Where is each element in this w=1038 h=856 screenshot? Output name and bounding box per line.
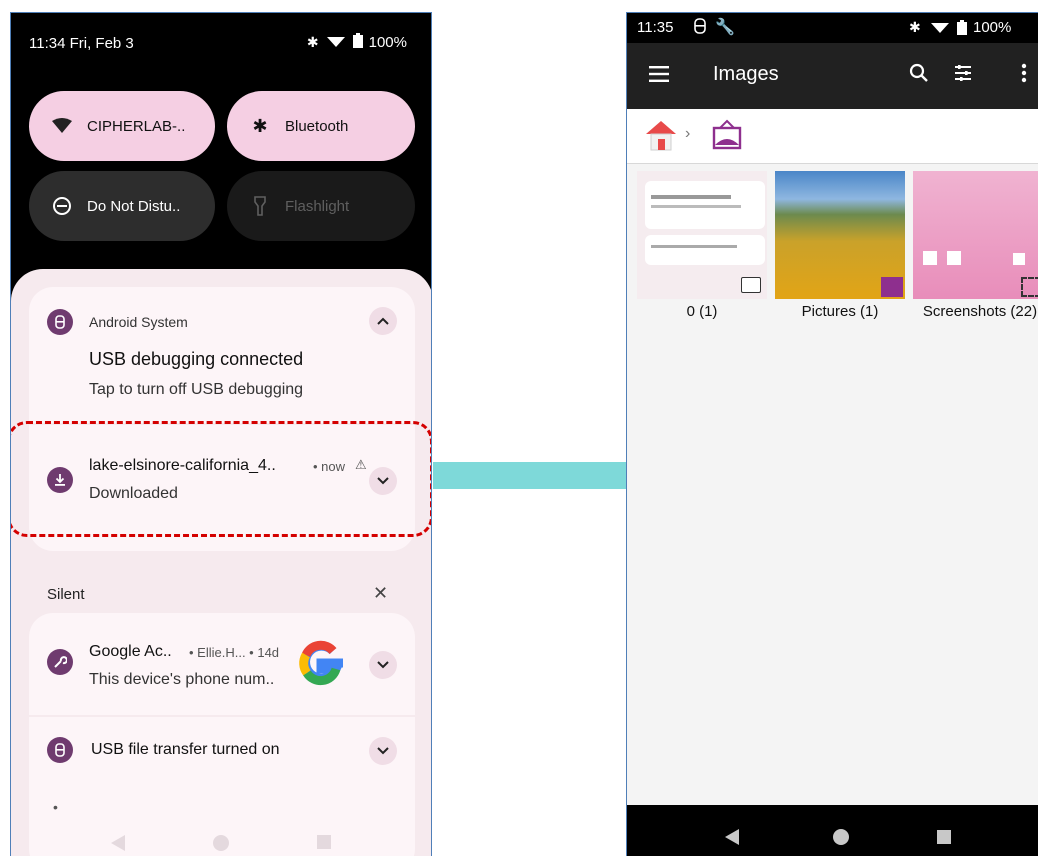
- usb-icon: [47, 737, 73, 763]
- wifi-icon: [51, 115, 73, 137]
- notification-list: Android System USB debugging connected T…: [11, 269, 431, 856]
- folder-thumbnail-0[interactable]: [637, 171, 767, 299]
- bluetooth-tile[interactable]: ✱ Bluetooth: [227, 91, 415, 161]
- google-meta: • Ellie.H... • 14d: [189, 645, 280, 660]
- navigation-bar: [627, 805, 1038, 856]
- wrench-status-icon: 🔧: [715, 19, 735, 36]
- bluetooth-status-icon: ✱: [909, 19, 921, 35]
- wrench-icon: [47, 649, 73, 675]
- flashlight-icon: [249, 195, 271, 217]
- breadcrumb-separator-icon: ›: [685, 125, 691, 142]
- folder-icon: [741, 277, 761, 293]
- home-breadcrumb-icon[interactable]: [643, 117, 679, 158]
- flashlight-tile[interactable]: Flashlight: [227, 171, 415, 241]
- silent-section-header: Silent: [47, 586, 85, 603]
- google-title[interactable]: Google Ac..: [89, 643, 172, 661]
- flashlight-tile-label: Flashlight: [285, 197, 350, 215]
- google-logo-icon: [293, 635, 349, 696]
- screenshot-icon: [1021, 277, 1038, 297]
- bluetooth-status-icon: ✱: [306, 34, 319, 50]
- pill-dot: •: [53, 799, 58, 815]
- file-manager-screen: 11:35 🔧 ✱ 100% Images › 0 (1) Pictures (…: [626, 12, 1038, 856]
- back-nav-icon[interactable]: [111, 835, 125, 851]
- dnd-tile[interactable]: Do Not Distu..: [29, 171, 215, 241]
- media-pill: •: [29, 781, 415, 837]
- app-toolbar: Images: [627, 43, 1038, 109]
- toolbar-title: Images: [713, 63, 779, 85]
- wifi-status-icon: [929, 21, 951, 39]
- images-folder-icon[interactable]: [711, 119, 743, 156]
- recents-nav-icon[interactable]: [937, 830, 951, 844]
- overflow-menu-icon[interactable]: [1021, 63, 1027, 88]
- app-icon: [923, 251, 937, 265]
- filter-settings-icon[interactable]: [953, 63, 973, 88]
- folder-label-2: Screenshots (22): [922, 303, 1038, 320]
- folder-thumbnail-1[interactable]: [775, 171, 905, 299]
- usb-debug-body[interactable]: Tap to turn off USB debugging: [89, 381, 303, 399]
- wifi-status-icon: [325, 34, 347, 52]
- wifi-tile[interactable]: CIPHERLAB-..: [29, 91, 215, 161]
- usb-debug-title[interactable]: USB debugging connected: [89, 349, 303, 370]
- recents-nav-icon[interactable]: [317, 835, 331, 849]
- folder-label-0: 0 (1): [686, 303, 718, 320]
- battery-level: 100%: [973, 19, 1012, 36]
- search-icon[interactable]: [909, 63, 929, 88]
- google-body[interactable]: This device's phone num..: [89, 671, 274, 689]
- play-store-icon: [1013, 253, 1025, 265]
- status-icons: ✱ 100%: [307, 33, 407, 52]
- collapse-chevron-icon[interactable]: [369, 307, 397, 335]
- usb-status-icon: [693, 18, 707, 38]
- image-folder-badge-icon: [881, 277, 903, 297]
- bluetooth-icon: ✱: [252, 115, 268, 136]
- android-system-icon: [47, 309, 73, 335]
- do-not-disturb-icon: [51, 195, 73, 217]
- wifi-tile-label: CIPHERLAB-..: [87, 117, 186, 135]
- dnd-tile-label: Do Not Distu..: [87, 197, 181, 215]
- notification-shade-screen: 11:34 Fri, Feb 3 ✱ 100% CIPHERLAB-.. ✱ B…: [10, 12, 432, 856]
- status-time: 11:35: [637, 19, 674, 36]
- arrow-right-icon: [433, 462, 637, 489]
- home-nav-icon[interactable]: [213, 835, 229, 851]
- expand-chevron-icon[interactable]: [369, 651, 397, 679]
- home-nav-icon[interactable]: [833, 829, 849, 845]
- battery-level: 100%: [368, 34, 407, 51]
- expand-chevron-icon[interactable]: [369, 737, 397, 765]
- menu-icon[interactable]: [649, 66, 669, 87]
- back-nav-icon[interactable]: [725, 829, 739, 845]
- bluetooth-tile-label: Bluetooth: [285, 117, 349, 135]
- app-icon: [947, 251, 961, 265]
- notification-app-name: Android System: [89, 314, 188, 330]
- usb-transfer-title[interactable]: USB file transfer turned on: [91, 741, 280, 759]
- status-bar: 11:35 🔧 ✱ 100%: [627, 13, 1038, 43]
- folder-thumbnail-2[interactable]: [913, 171, 1038, 299]
- breadcrumb: ›: [627, 109, 1038, 164]
- close-icon[interactable]: ✕: [373, 583, 388, 604]
- download-highlight-box: [11, 421, 431, 537]
- folder-label-1: Pictures (1): [801, 303, 879, 320]
- battery-icon: [352, 33, 363, 52]
- status-time: 11:34 Fri, Feb 3: [29, 35, 134, 52]
- battery-icon: [957, 20, 967, 39]
- divider: [29, 715, 415, 717]
